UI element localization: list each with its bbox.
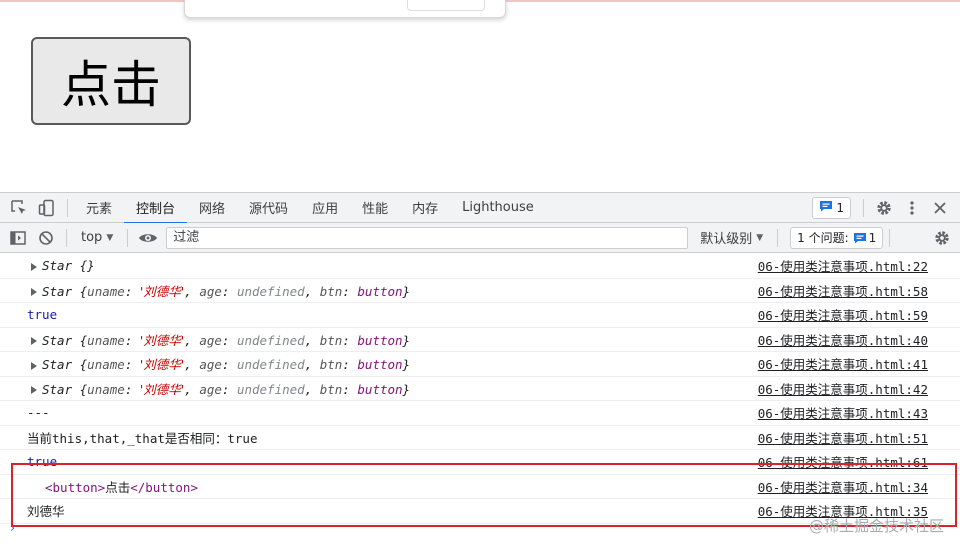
toolbar-divider [777,228,779,247]
tab-sources[interactable]: 源代码 [237,193,300,223]
context-value: top [81,230,103,245]
tab-performance[interactable]: 性能 [350,193,400,223]
device-toolbar-icon[interactable] [33,194,61,222]
issues-label: 1 个问题: [797,231,849,245]
source-link[interactable]: 06-使用类注意事项.html:43 [758,403,928,422]
console-row[interactable]: --- 06-使用类注意事项.html:43 [0,401,960,426]
issues-badge: 1 [852,230,877,245]
popup-button[interactable] [407,0,485,11]
console-log: Star {} 06-使用类注意事项.html:22 Star {uname: … [0,254,960,554]
log-message: true [27,307,58,323]
context-selector[interactable]: top ▼ [73,230,121,245]
live-expression-eye-icon[interactable] [134,224,162,252]
log-message: Star {} [27,258,758,273]
source-link[interactable]: 06-使用类注意事项.html:51 [758,428,928,447]
levels-label: 默认级别 [700,232,753,247]
log-message: --- [27,405,50,421]
settings-gear-icon[interactable] [870,194,898,222]
console-row[interactable]: Star {} 06-使用类注意事项.html:22 [0,254,960,279]
dropdown-triangle-icon: ▼ [106,232,114,243]
inspect-element-icon[interactable] [5,194,33,222]
tab-lighthouse[interactable]: Lighthouse [450,193,546,223]
console-row[interactable]: Star {uname: '刘德华', age: undefined, btn:… [0,377,960,401]
log-message: 当前this,that,_that是否相同：true [27,430,258,446]
toolbar-divider [889,228,891,247]
message-icon [853,232,866,243]
toolbar-divider [863,198,864,217]
message-count: 1 [836,200,844,215]
console-row[interactable]: Star {uname: '刘德华', age: undefined, btn:… [0,279,960,303]
console-row[interactable]: <button>点击</button> 06-使用类注意事项.html:34 [0,475,960,499]
log-message: Star {uname: '刘德华', age: undefined, btn:… [27,330,758,349]
log-message[interactable]: <button>点击</button> [45,477,758,496]
expand-triangle-icon[interactable] [31,262,37,271]
sidebar-toggle-icon[interactable] [4,224,32,252]
tab-network[interactable]: 网络 [187,193,237,223]
log-levels-dropdown[interactable]: 默认级别 ▼ [692,228,771,247]
toolbar-divider [67,198,68,217]
source-link[interactable]: 06-使用类注意事项.html:59 [758,305,928,324]
click-button[interactable]: 点击 [31,37,191,125]
issues-button[interactable]: 1 个问题: 1 [790,226,884,249]
devtools-tab-bar: 元素 控制台 网络 源代码 应用 性能 内存 Lighthouse 1 [0,192,960,224]
more-options-icon[interactable] [898,194,926,222]
expand-triangle-icon[interactable] [31,288,37,297]
console-row[interactable]: Star {uname: '刘德华', age: undefined, btn:… [0,328,960,352]
console-row[interactable]: true 06-使用类注意事项.html:61 [0,450,960,475]
tab-console[interactable]: 控制台 [124,193,188,224]
messages-badge[interactable]: 1 [812,196,851,219]
console-settings-gear-icon[interactable] [928,224,956,252]
tab-application[interactable]: 应用 [300,193,350,223]
expand-triangle-icon[interactable] [31,337,37,346]
close-icon[interactable] [926,194,954,222]
console-prompt-icon[interactable]: › [10,521,15,536]
dropdown-triangle-icon: ▼ [756,232,764,243]
page-viewport: 点击 [0,0,960,192]
console-row[interactable]: Star {uname: '刘德华', age: undefined, btn:… [0,352,960,377]
issues-count: 1 [868,230,877,245]
source-link[interactable]: 06-使用类注意事项.html:22 [758,256,928,275]
tag-open: <button> [45,479,106,495]
source-link[interactable]: 06-使用类注意事项.html:41 [758,354,928,373]
console-row[interactable]: 当前this,that,_that是否相同：true 06-使用类注意事项.ht… [0,426,960,450]
source-link[interactable]: 06-使用类注意事项.html:34 [758,477,928,496]
source-link[interactable]: 06-使用类注意事项.html:42 [758,379,928,398]
console-row[interactable]: true 06-使用类注意事项.html:59 [0,303,960,328]
message-icon [819,200,833,215]
log-message: 刘德华 [27,504,65,520]
log-message: Star {uname: '刘德华', age: undefined, btn:… [27,281,758,300]
tab-elements[interactable]: 元素 [74,193,124,223]
console-toolbar: top ▼ 默认级别 ▼ 1 个问题: 1 [0,223,960,253]
source-link[interactable]: 06-使用类注意事项.html:40 [758,330,928,349]
popup-fragment [184,0,506,18]
log-message: Star {uname: '刘德华', age: undefined, btn:… [27,354,758,373]
log-message: true [27,454,58,470]
source-link[interactable]: 06-使用类注意事项.html:58 [758,281,928,300]
watermark: @稀土掘金技术社区 [808,517,944,535]
tab-memory[interactable]: 内存 [400,193,450,223]
source-link[interactable]: 06-使用类注意事项.html:61 [758,452,928,471]
tag-close: </button> [130,479,198,495]
clear-console-icon[interactable] [32,224,60,252]
toolbar-divider [66,228,67,247]
filter-input[interactable] [166,226,689,249]
toolbar-divider [127,228,129,247]
tag-content: 点击 [105,479,131,495]
expand-triangle-icon[interactable] [31,361,37,370]
log-message: Star {uname: '刘德华', age: undefined, btn:… [27,379,758,398]
expand-triangle-icon[interactable] [31,386,37,395]
